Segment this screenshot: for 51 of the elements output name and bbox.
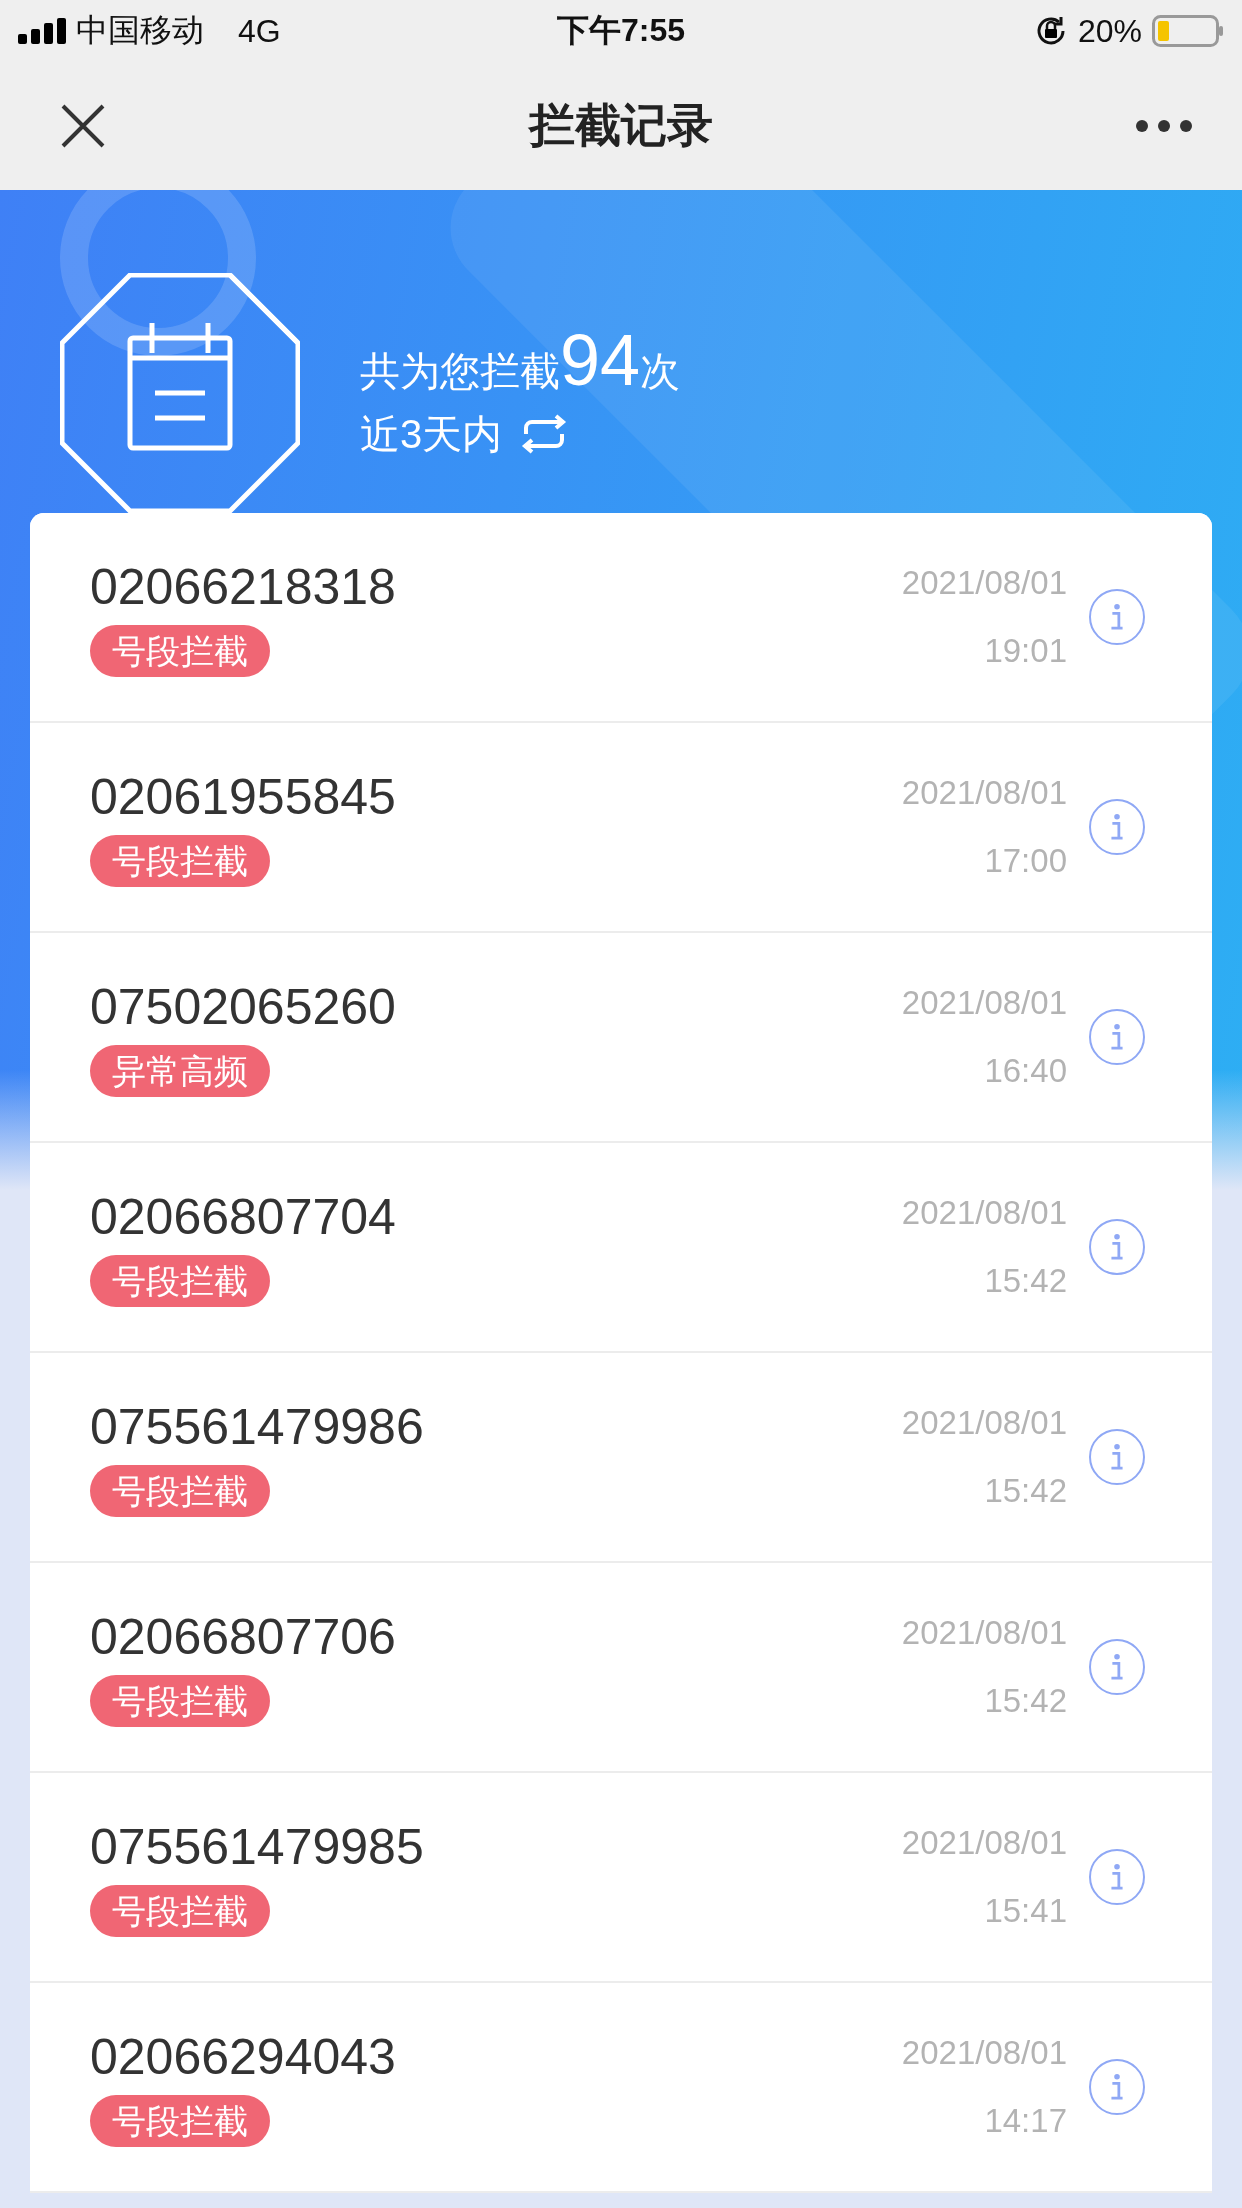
block-reason-tag: 号段拦截 (90, 1675, 270, 1727)
record-time: 15:42 (984, 1472, 1067, 1510)
network-type: 4G (238, 12, 281, 50)
carrier-name: 中国移动 (76, 11, 204, 50)
record-date: 2021/08/01 (901, 1404, 1067, 1442)
phone-number: 02066807706 (90, 1608, 396, 1667)
record-date: 2021/08/01 (901, 1614, 1067, 1652)
record-date: 2021/08/01 (901, 1194, 1067, 1232)
record-date: 2021/08/01 (901, 2034, 1067, 2072)
block-reason-tag: 号段拦截 (90, 625, 270, 677)
phone-number: 07502065260 (90, 978, 396, 1037)
battery-icon (1152, 15, 1224, 47)
record-time: 17:00 (984, 842, 1067, 880)
block-reason-tag: 异常高频 (90, 1045, 270, 1097)
block-count-text: 共为您拦截94次 (360, 323, 681, 399)
clock-time: 下午7:55 (556, 12, 685, 48)
phone-number: 02061955845 (90, 768, 396, 827)
record-time: 15:42 (984, 1262, 1067, 1300)
block-reason-tag: 号段拦截 (90, 835, 270, 887)
info-icon[interactable] (1089, 1009, 1145, 1065)
info-icon[interactable] (1089, 1639, 1145, 1695)
info-icon[interactable] (1089, 1849, 1145, 1905)
block-reason-tag: 号段拦截 (90, 1465, 270, 1517)
record-time: 15:41 (984, 1892, 1067, 1930)
block-reason-tag: 号段拦截 (90, 2095, 270, 2147)
phone-number: 075561479986 (90, 1398, 424, 1457)
more-button[interactable] (1136, 119, 1192, 133)
record-time: 15:42 (984, 1682, 1067, 1720)
info-icon[interactable] (1089, 1219, 1145, 1275)
info-icon[interactable] (1089, 589, 1145, 645)
close-button[interactable] (60, 103, 106, 149)
info-icon[interactable] (1089, 799, 1145, 855)
info-icon[interactable] (1089, 1429, 1145, 1485)
phone-number: 02066218318 (90, 558, 396, 617)
block-reason-tag: 号段拦截 (90, 1885, 270, 1937)
record-date: 2021/08/01 (901, 984, 1067, 1022)
phone-number: 02066294043 (90, 2028, 396, 2087)
record-date: 2021/08/01 (901, 564, 1067, 602)
record-time: 19:01 (984, 632, 1067, 670)
page-title: 拦截记录 (529, 98, 713, 153)
signal-icon (18, 18, 66, 44)
battery-percent: 20% (1077, 12, 1142, 50)
block-reason-tag: 号段拦截 (90, 1255, 270, 1307)
record-date: 2021/08/01 (901, 774, 1067, 812)
phone-number: 02066807704 (90, 1188, 396, 1247)
info-icon[interactable] (1089, 2059, 1145, 2115)
period-label: 近3天内 (360, 410, 503, 458)
phone-number: 075561479985 (90, 1818, 424, 1877)
record-time: 16:40 (984, 1052, 1067, 1090)
record-date: 2021/08/01 (901, 1824, 1067, 1862)
record-time: 14:17 (984, 2102, 1067, 2140)
